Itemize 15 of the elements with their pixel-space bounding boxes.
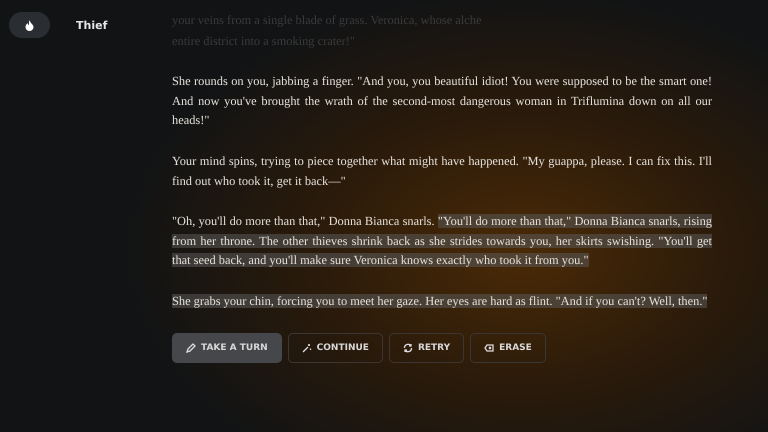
story-paragraph: "Oh, you'll do more than that," Donna Bianca snarls. "You'll do more than that," Donna Bianca snarls, rising from her throne. The other thieves shrink back as she strides towards you, her skirts swishing. "You'll get that seed back, and you'll make sure Veronica knows exactly who took it from you." (172, 213, 712, 270)
action-button[interactable]: CONTINUE (288, 332, 383, 363)
story-paragraph: She grabs your chin, forcing you to meet her gaze. Her eyes are hard as flint. "And if you can't? Well, then." (172, 292, 708, 310)
story-paragraph: Your mind spins, trying to piece together what might have happened. "My guappa, please. I can fix this. I'll find out who took it, get it back—" (172, 152, 712, 190)
pencil-icon (186, 342, 196, 353)
story-paragraph: She rounds on you, jabbing a finger. "And you, you beautiful idiot! You were supposed to be the smart one! And now you've brought the wrath of the second-most dangerous woman in Triflumina down on all our heads!" (172, 73, 712, 130)
action-button[interactable]: TAKE A TURN (172, 332, 282, 363)
character-name: Thief (76, 19, 108, 32)
magic-wand-icon (302, 342, 312, 353)
action-button[interactable]: RETRY (388, 332, 464, 363)
refresh-icon (402, 342, 413, 353)
backspace-icon (484, 342, 494, 353)
flame-icon (25, 20, 34, 30)
character-button[interactable] (9, 12, 50, 38)
action-button[interactable]: ERASE (470, 332, 546, 363)
